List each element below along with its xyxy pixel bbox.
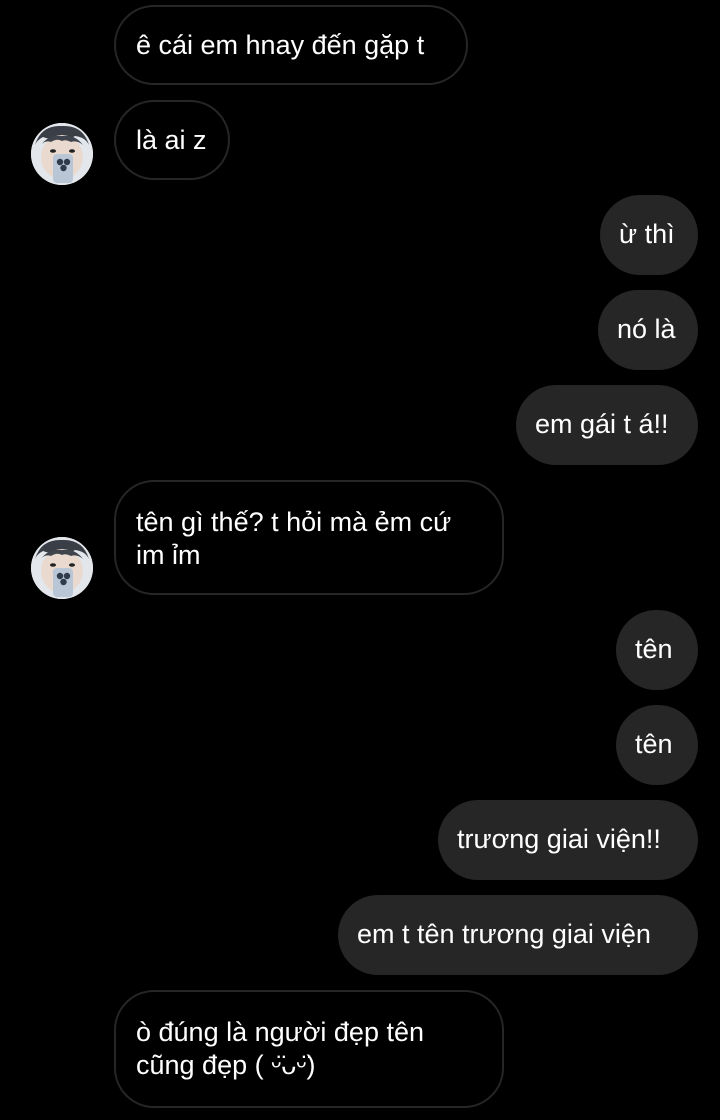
incoming-message[interactable]: tên gì thế? t hỏi mà ẻm cứ im ỉm [114, 480, 504, 595]
message-text: tên [635, 634, 673, 664]
incoming-message[interactable]: ê cái em hnay đến gặp t [114, 5, 468, 85]
outgoing-message[interactable]: em gái t á!! [516, 385, 698, 465]
avatar-photo [31, 123, 93, 185]
message-text: ừ thì [619, 219, 675, 249]
chat-thread[interactable]: ê cái em hnay đến gặp t là ai z ừ thì nó… [0, 0, 720, 1120]
incoming-message[interactable]: là ai z [114, 100, 230, 180]
contact-avatar-icon[interactable] [31, 123, 93, 185]
incoming-message[interactable]: ò đúng là người đẹp tên cũng đẹp ( ᵕ̈ᴗᵕ̈… [114, 990, 504, 1108]
outgoing-message[interactable]: ừ thì [600, 195, 698, 275]
outgoing-message[interactable]: tên [616, 705, 698, 785]
message-text-line-2: im ỉm [136, 540, 201, 570]
message-text: ê cái em hnay đến gặp t [136, 30, 425, 60]
message-text: nó là [617, 314, 676, 344]
message-text: em gái t á!! [535, 409, 669, 439]
message-text: tên [635, 729, 673, 759]
message-text-line-2: cũng đẹp ( ᵕ̈ᴗᵕ̈) [136, 1050, 316, 1080]
outgoing-message[interactable]: trương giai viện!! [438, 800, 698, 880]
outgoing-message[interactable]: em t tên trương giai viện [338, 895, 698, 975]
message-text: trương giai viện!! [457, 824, 661, 854]
outgoing-message[interactable]: nó là [598, 290, 698, 370]
message-text-line-1: tên gì thế? t hỏi mà ẻm cứ [136, 507, 452, 537]
outgoing-message[interactable]: tên [616, 610, 698, 690]
avatar-photo [31, 537, 93, 599]
message-text: em t tên trương giai viện [357, 919, 651, 949]
message-text-line-1: ò đúng là người đẹp tên [136, 1017, 424, 1047]
contact-avatar-icon[interactable] [31, 537, 93, 599]
message-text: là ai z [136, 125, 207, 155]
